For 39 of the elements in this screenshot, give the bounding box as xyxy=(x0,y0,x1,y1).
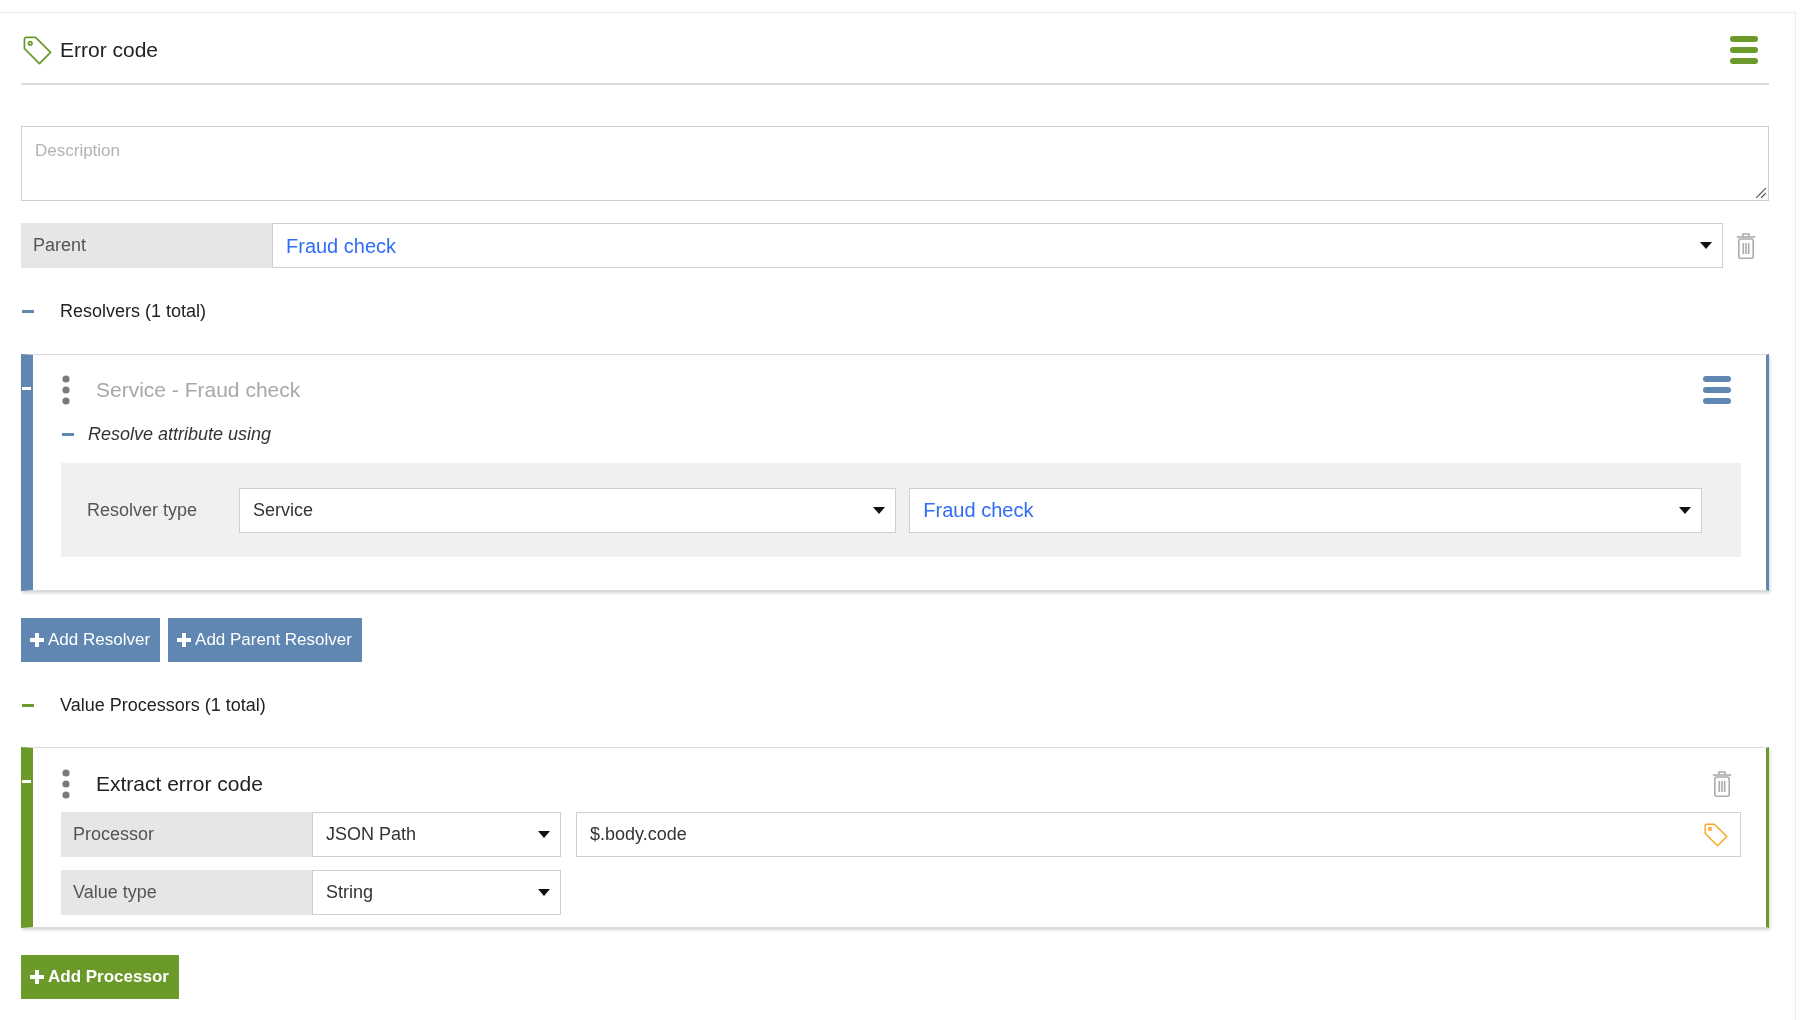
parent-label: Parent xyxy=(21,223,272,268)
plus-icon xyxy=(30,970,44,984)
field-label: Processor xyxy=(61,812,312,857)
resolver-title: Service - Fraud check xyxy=(96,377,301,404)
resize-handle-icon[interactable] xyxy=(1756,188,1766,198)
vertical-dots-icon[interactable] xyxy=(62,375,70,405)
add-button[interactable]: Add Processor xyxy=(21,955,179,999)
tag-icon xyxy=(23,35,52,65)
menu-icon[interactable] xyxy=(1730,36,1758,64)
resolver-type-select[interactable]: Service xyxy=(239,487,897,533)
add-button[interactable]: Add Parent Resolver xyxy=(168,618,362,662)
path-input-field[interactable]: $.body.code xyxy=(576,812,1741,857)
page-title: Error code xyxy=(60,37,159,64)
minus-icon[interactable] xyxy=(22,703,34,707)
menu-icon[interactable] xyxy=(1703,376,1731,404)
trash-icon[interactable] xyxy=(1736,232,1756,259)
plus-icon xyxy=(30,633,44,647)
parent-select[interactable]: Fraud check xyxy=(272,223,1723,268)
caret-icon xyxy=(1700,242,1712,249)
field-label: Value type xyxy=(61,870,312,915)
caret-icon xyxy=(538,889,550,896)
tag-icon xyxy=(1704,822,1728,847)
caret-icon xyxy=(538,831,550,838)
section-heading: Resolvers (1 total) xyxy=(60,299,207,323)
caret-icon xyxy=(873,506,886,514)
dropdown-select[interactable]: String xyxy=(312,870,561,915)
add-button[interactable]: Add Resolver xyxy=(21,618,161,662)
target-select[interactable]: Fraud check xyxy=(909,487,1702,533)
section-subheading: Resolve attribute using xyxy=(88,422,272,446)
caret-icon xyxy=(1679,506,1691,514)
processor-title: Extract error code xyxy=(96,771,263,798)
minus-icon[interactable] xyxy=(22,309,34,313)
section-heading: Value Processors (1 total) xyxy=(60,693,266,717)
plus-icon xyxy=(177,633,192,647)
minus-icon[interactable] xyxy=(62,432,74,436)
vertical-dots-icon[interactable] xyxy=(62,769,70,799)
resolver-type-label: Resolver type xyxy=(87,498,199,522)
dropdown-select[interactable]: JSON Path xyxy=(312,812,561,857)
trash-icon[interactable] xyxy=(1712,771,1732,797)
